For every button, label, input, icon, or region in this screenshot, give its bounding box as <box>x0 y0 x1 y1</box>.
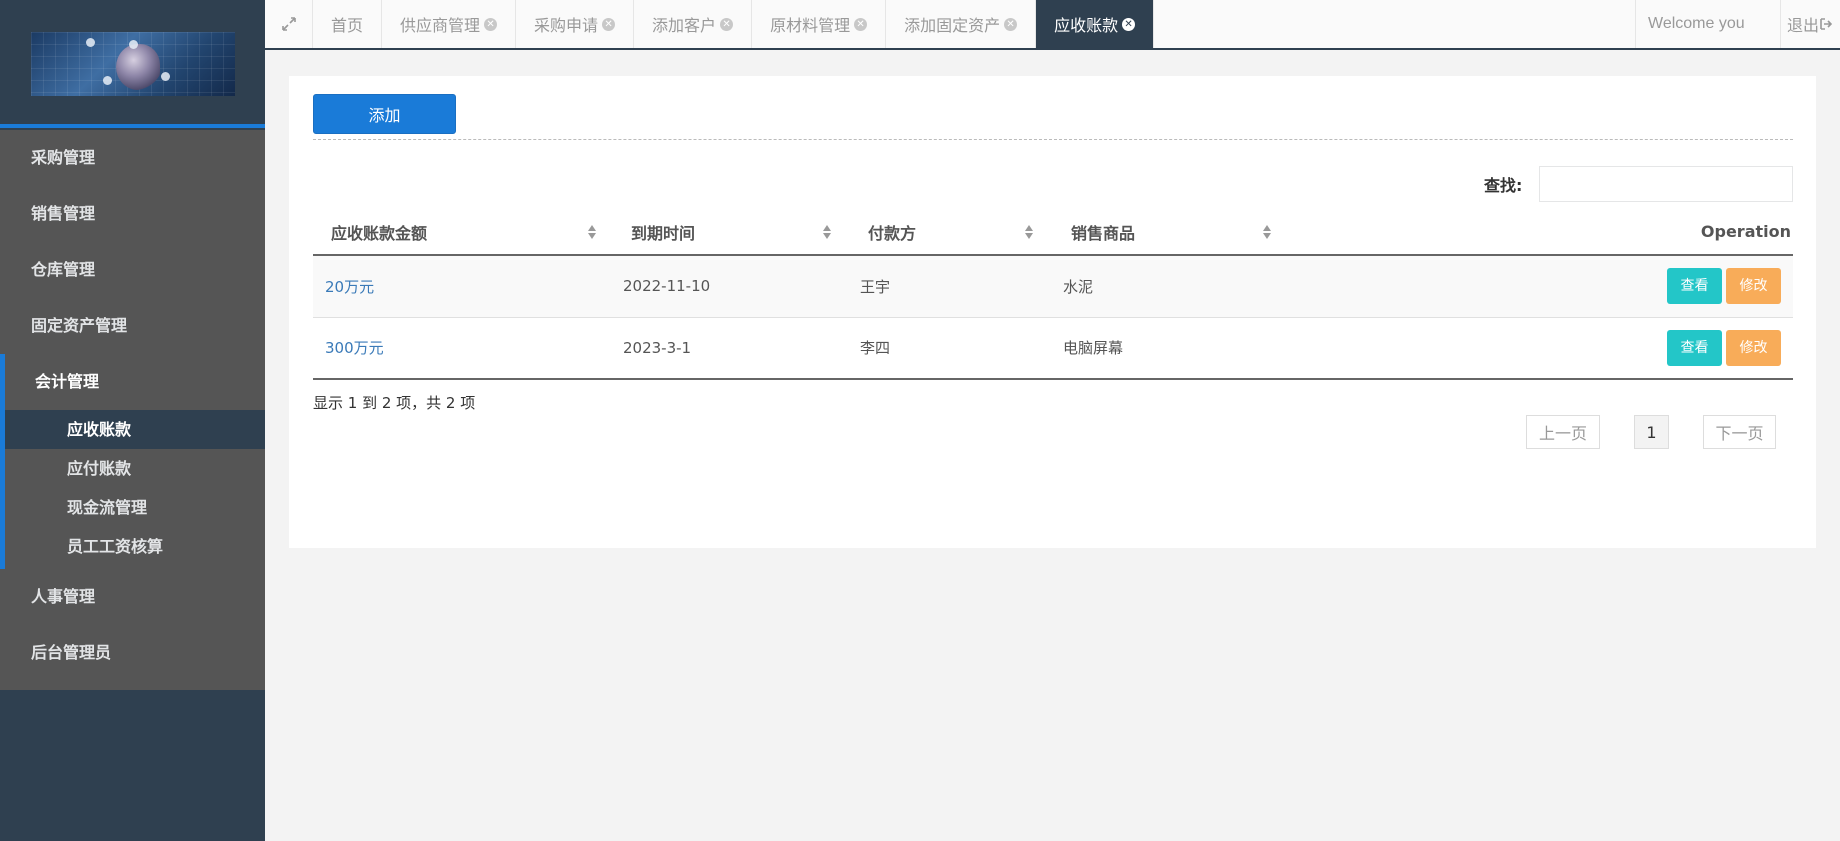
sidebar-item-procurement[interactable]: 采购管理 <box>0 130 265 186</box>
column-header-product[interactable]: 销售商品 <box>1053 209 1289 256</box>
close-icon[interactable]: ✕ <box>1004 17 1018 31</box>
expand-icon[interactable] <box>265 0 313 48</box>
logout-label: 退出 <box>1787 16 1820 35</box>
sign-out-icon <box>1820 18 1833 30</box>
edit-button[interactable]: 修改 <box>1726 329 1781 366</box>
table-row: 300万元 2023-3-1 李四 电脑屏幕 查看 修改 <box>313 317 1793 380</box>
close-icon[interactable]: ✕ <box>1122 17 1136 31</box>
logo-area <box>0 0 265 128</box>
column-header-operation: Operation <box>1289 209 1793 256</box>
close-icon[interactable]: ✕ <box>484 17 498 31</box>
amount-link[interactable]: 300万元 <box>325 339 384 357</box>
content-panel: 添加 查找: 应收账款金额 到期时间 付款方 销售商品 Operation 20… <box>289 76 1816 548</box>
tab-label: 供应商管理 <box>400 16 481 35</box>
operation-cell: 查看 修改 <box>1289 317 1793 380</box>
edit-button[interactable]: 修改 <box>1726 268 1781 305</box>
next-page-button[interactable]: 下一页 <box>1703 415 1776 449</box>
sort-icon[interactable] <box>588 225 597 241</box>
tab-label: 原材料管理 <box>770 16 851 35</box>
tab-suppliers[interactable]: 供应商管理 ✕ <box>382 0 517 48</box>
logo-image <box>31 32 235 96</box>
sidebar-subitem-payroll[interactable]: 员工工资核算 <box>5 527 265 569</box>
amount-link[interactable]: 20万元 <box>325 278 374 296</box>
table-header-row: 应收账款金额 到期时间 付款方 销售商品 Operation <box>313 209 1793 256</box>
sidebar-item-accounting[interactable]: 会计管理 <box>5 354 265 410</box>
due-date-cell: 2022-11-10 <box>613 255 850 318</box>
sidebar-subitem-receivables[interactable]: 应收账款 <box>5 410 265 449</box>
top-tabs-bar: 首页 供应商管理 ✕ 采购申请 ✕ 添加客户 ✕ 原材料管理 ✕ 添加固定资产 ✕ 应收账… <box>265 0 1840 50</box>
tab-add-fixed-asset[interactable]: 添加固定资产 ✕ <box>886 0 1037 48</box>
column-header-payer[interactable]: 付款方 <box>850 209 1053 256</box>
tab-label: 采购申请 <box>534 16 599 35</box>
sort-icon[interactable] <box>1263 225 1272 241</box>
fullscreen-arrows-icon <box>281 17 296 31</box>
product-cell: 水泥 <box>1053 255 1289 318</box>
tab-label: 首页 <box>331 16 364 35</box>
tab-receivables[interactable]: 应收账款 ✕ <box>1036 0 1155 48</box>
sidebar-item-warehouse[interactable]: 仓库管理 <box>0 242 265 298</box>
due-date-cell: 2023-3-1 <box>613 317 850 380</box>
tab-label: 添加客户 <box>652 16 717 35</box>
tab-strip: 首页 供应商管理 ✕ 采购申请 ✕ 添加客户 ✕ 原材料管理 ✕ 添加固定资产 ✕ 应收账… <box>313 0 1155 48</box>
view-button[interactable]: 查看 <box>1667 268 1722 305</box>
sort-icon[interactable] <box>1025 225 1034 241</box>
tab-label: 应收账款 <box>1054 16 1119 35</box>
sidebar-subitem-payables[interactable]: 应付账款 <box>5 449 265 488</box>
close-icon[interactable]: ✕ <box>720 17 734 31</box>
payer-cell: 李四 <box>850 317 1053 380</box>
operation-cell: 查看 修改 <box>1289 255 1793 318</box>
column-header-due-date[interactable]: 到期时间 <box>613 209 850 256</box>
product-cell: 电脑屏幕 <box>1053 317 1289 380</box>
table-row: 20万元 2022-11-10 王宇 水泥 查看 修改 <box>313 255 1793 318</box>
column-header-amount[interactable]: 应收账款金额 <box>313 209 613 256</box>
tab-home[interactable]: 首页 <box>313 0 383 48</box>
close-icon[interactable]: ✕ <box>854 17 868 31</box>
sidebar-subitem-cashflow[interactable]: 现金流管理 <box>5 488 265 527</box>
tab-purchase-request[interactable]: 采购申请 ✕ <box>516 0 635 48</box>
search-label: 查找: <box>1484 176 1523 195</box>
view-button[interactable]: 查看 <box>1667 329 1722 366</box>
close-icon[interactable]: ✕ <box>602 17 616 31</box>
tab-add-customer[interactable]: 添加客户 ✕ <box>634 0 753 48</box>
payer-cell: 王宇 <box>850 255 1053 318</box>
sidebar: 采购管理 销售管理 仓库管理 固定资产管理 会计管理 应收账款 应付账款 现金流… <box>0 0 265 841</box>
search-input[interactable] <box>1539 166 1793 202</box>
sidebar-item-sales[interactable]: 销售管理 <box>0 186 265 242</box>
divider <box>313 139 1793 140</box>
sort-icon[interactable] <box>823 225 832 241</box>
logout-button[interactable]: 退出 <box>1780 0 1840 48</box>
sidebar-item-admin[interactable]: 后台管理员 <box>0 625 265 681</box>
page-number-button[interactable]: 1 <box>1634 415 1669 449</box>
tab-label: 添加固定资产 <box>904 16 1001 35</box>
add-button[interactable]: 添加 <box>313 94 456 134</box>
sidebar-item-hr[interactable]: 人事管理 <box>0 569 265 625</box>
accounting-submenu: 应收账款 应付账款 现金流管理 员工工资核算 <box>5 410 265 569</box>
pagination-info: 显示 1 到 2 项，共 2 项 <box>313 394 476 412</box>
welcome-text: Welcome you <box>1635 0 1780 48</box>
sidebar-menu: 采购管理 销售管理 仓库管理 固定资产管理 会计管理 应收账款 应付账款 现金流… <box>0 130 265 690</box>
sidebar-item-fixed-assets[interactable]: 固定资产管理 <box>0 298 265 354</box>
receivables-table: 应收账款金额 到期时间 付款方 销售商品 Operation 20万元 2022… <box>313 209 1793 380</box>
tab-raw-materials[interactable]: 原材料管理 ✕ <box>752 0 887 48</box>
prev-page-button[interactable]: 上一页 <box>1526 415 1600 449</box>
sidebar-group-accounting: 会计管理 应收账款 应付账款 现金流管理 员工工资核算 <box>0 354 265 569</box>
